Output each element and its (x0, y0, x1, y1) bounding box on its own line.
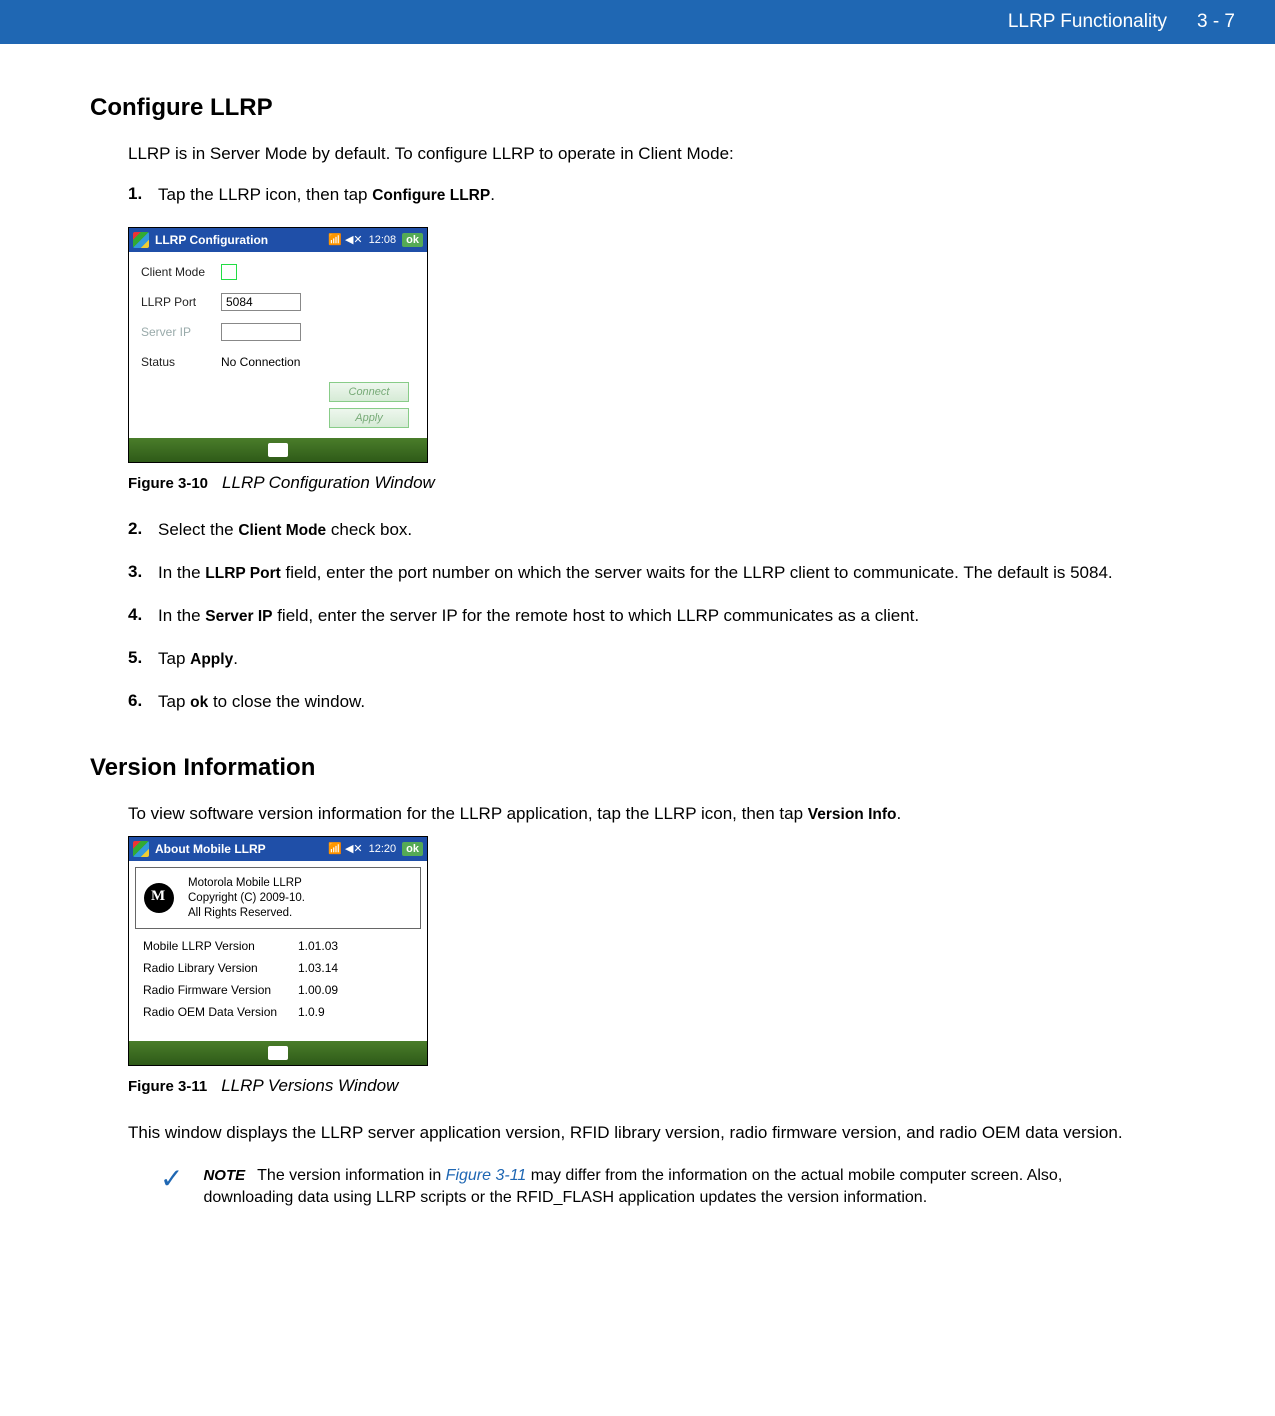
ui-ref: Apply (190, 651, 233, 668)
ui-ref: Configure LLRP (372, 187, 490, 204)
step-1: Tap the LLRP icon, then tap Configure LL… (158, 184, 1125, 207)
figure-caption: Figure 3-11LLRP Versions Window (128, 1076, 1125, 1096)
step-number: 2. (128, 519, 158, 542)
version-row: Radio Firmware Version1.00.09 (129, 979, 427, 1001)
keyboard-icon[interactable] (268, 1046, 288, 1060)
heading-version-info: Version Information (90, 754, 1125, 782)
clock: 12:08 (369, 234, 397, 246)
bottom-bar (129, 438, 427, 462)
status-value: No Connection (221, 355, 300, 369)
ui-ref: ok (190, 694, 208, 711)
version-paragraph: This window displays the LLRP server app… (128, 1122, 1125, 1145)
motorola-logo-icon (144, 883, 174, 913)
windows-flag-icon (133, 232, 149, 248)
signal-icon: 📶 ◀✕ (328, 842, 362, 855)
apply-button[interactable]: Apply (329, 408, 409, 428)
connect-button[interactable]: Connect (329, 382, 409, 402)
server-ip-input[interactable] (221, 323, 301, 341)
label-client-mode: Client Mode (141, 265, 221, 279)
figure-caption: Figure 3-10LLRP Configuration Window (128, 473, 1125, 493)
note-label: NOTE (203, 1167, 245, 1184)
ok-button[interactable]: ok (402, 842, 423, 856)
step-number: 1. (128, 184, 158, 207)
step-4: In the Server IP field, enter the server… (158, 605, 1125, 628)
window-title: LLRP Configuration (155, 233, 268, 247)
client-mode-checkbox[interactable] (221, 264, 237, 280)
figure-llrp-config-window: LLRP Configuration 📶 ◀✕ 12:08 ok Client … (128, 227, 428, 463)
step-number: 4. (128, 605, 158, 628)
note-block: ✓ NOTEThe version information in Figure … (160, 1165, 1125, 1208)
heading-configure-llrp: Configure LLRP (90, 94, 1125, 122)
label-status: Status (141, 355, 221, 369)
signal-icon: 📶 ◀✕ (328, 233, 362, 246)
windows-flag-icon (133, 841, 149, 857)
bottom-bar (129, 1041, 427, 1065)
header-title: LLRP Functionality (1008, 11, 1167, 33)
step-3: In the LLRP Port field, enter the port n… (158, 562, 1125, 585)
label-server-ip: Server IP (141, 325, 221, 339)
version-row: Radio Library Version1.03.14 (129, 957, 427, 979)
ui-ref: Client Mode (238, 522, 326, 539)
figure-llrp-versions-window: About Mobile LLRP 📶 ◀✕ 12:20 ok Motorola… (128, 836, 428, 1067)
step-6: Tap ok to close the window. (158, 691, 1125, 714)
version-row: Radio OEM Data Version1.0.9 (129, 1001, 427, 1023)
step-number: 5. (128, 648, 158, 671)
titlebar: LLRP Configuration 📶 ◀✕ 12:08 ok (129, 228, 427, 252)
step-number: 3. (128, 562, 158, 585)
about-box: Motorola Mobile LLRP Copyright (C) 2009-… (135, 867, 421, 930)
ui-ref: Version Info (808, 806, 897, 823)
ui-ref: Server IP (205, 608, 272, 625)
figure-reference-link[interactable]: Figure 3-11 (446, 1167, 527, 1184)
step-number: 6. (128, 691, 158, 714)
header-page-number: 3 - 7 (1197, 11, 1235, 33)
step-5: Tap Apply. (158, 648, 1125, 671)
clock: 12:20 (369, 843, 397, 855)
window-title: About Mobile LLRP (155, 842, 266, 856)
ui-ref: LLRP Port (205, 565, 281, 582)
intro-text: LLRP is in Server Mode by default. To co… (128, 144, 1125, 164)
keyboard-icon[interactable] (268, 443, 288, 457)
page-header: LLRP Functionality 3 - 7 (0, 0, 1275, 44)
checkmark-icon: ✓ (160, 1165, 183, 1193)
version-intro: To view software version information for… (128, 804, 1125, 824)
step-2: Select the Client Mode check box. (158, 519, 1125, 542)
ok-button[interactable]: ok (402, 233, 423, 247)
label-llrp-port: LLRP Port (141, 295, 221, 309)
llrp-port-input[interactable]: 5084 (221, 293, 301, 311)
titlebar: About Mobile LLRP 📶 ◀✕ 12:20 ok (129, 837, 427, 861)
version-row: Mobile LLRP Version1.01.03 (129, 935, 427, 957)
